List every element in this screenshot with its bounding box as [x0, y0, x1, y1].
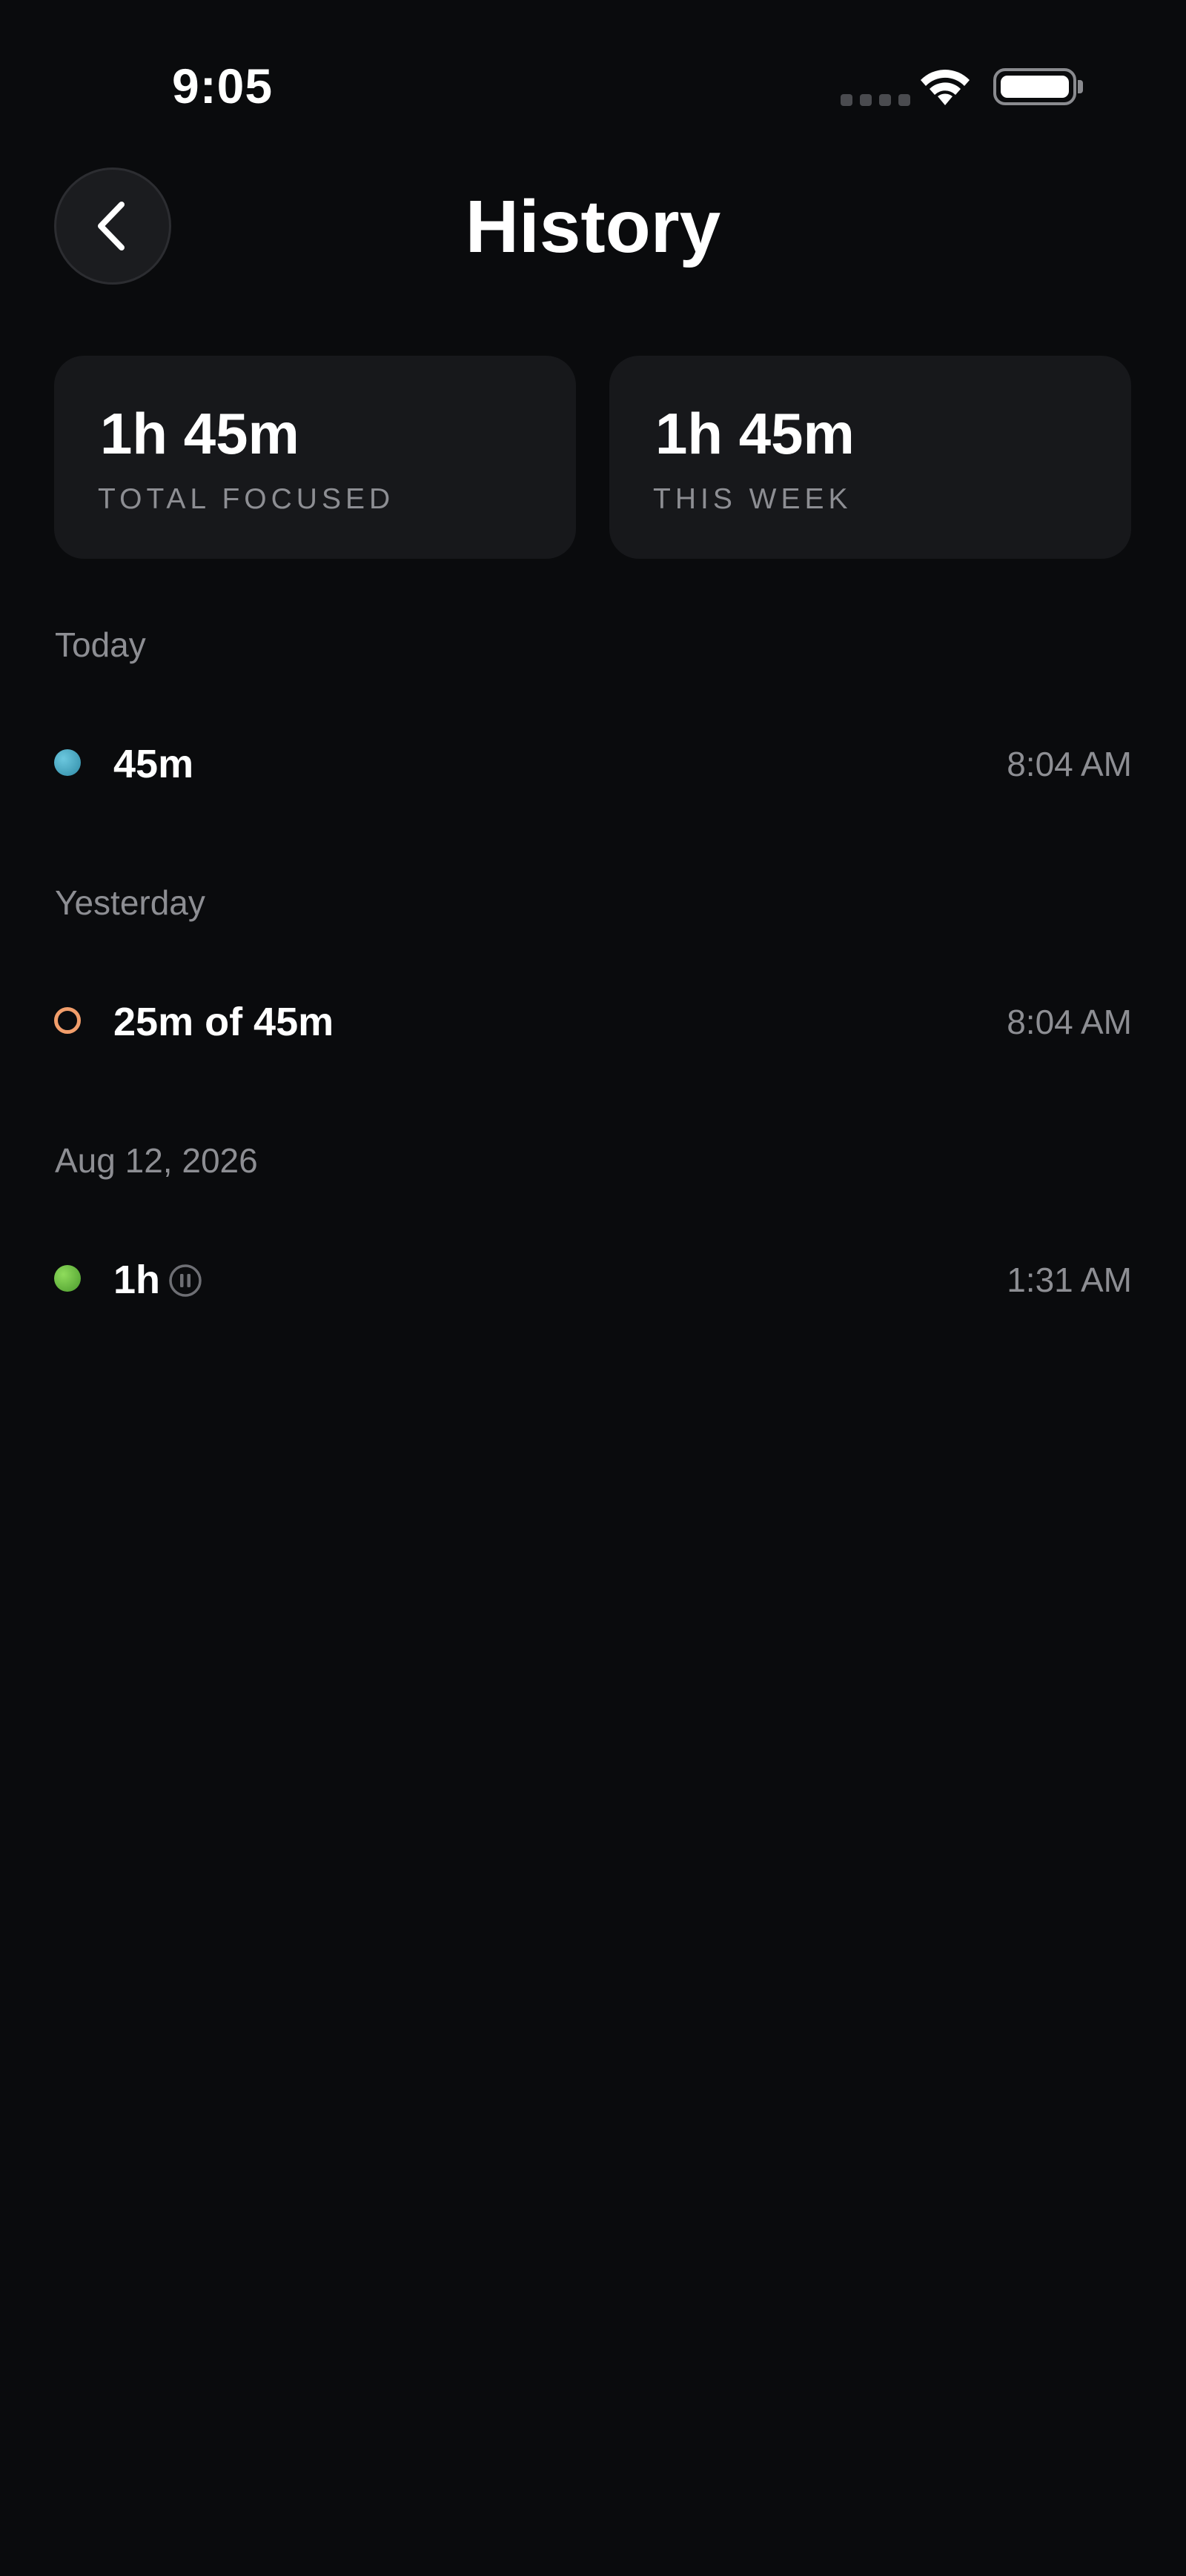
pause-circle-icon: [169, 1264, 202, 1297]
stat-card-this-week: 1h 45m THIS WEEK: [609, 356, 1131, 559]
session-row[interactable]: 1h 1:31 AM: [54, 1245, 1132, 1312]
wifi-icon: [921, 70, 970, 105]
session-row[interactable]: 25m of 45m 8:04 AM: [54, 987, 1132, 1054]
session-duration: 25m of 45m: [113, 1000, 334, 1044]
section-heading-yesterday: Yesterday: [55, 883, 205, 922]
status-time: 9:05: [172, 59, 274, 113]
stat-value: 1h 45m: [100, 401, 299, 466]
session-time: 8:04 AM: [1007, 745, 1132, 783]
section-heading-aug-12: Aug 12, 2026: [55, 1141, 258, 1180]
page-title: History: [465, 185, 721, 268]
section-heading-today: Today: [55, 625, 146, 664]
stat-label: TOTAL FOCUSED: [98, 483, 395, 515]
cellular-signal-icon: [841, 94, 910, 106]
battery-icon: [993, 68, 1076, 105]
session-duration: 45m: [113, 742, 194, 786]
status-bar: 9:05: [0, 0, 1186, 148]
status-dot-completed: [54, 1265, 81, 1292]
session-time: 8:04 AM: [1007, 1003, 1132, 1041]
stat-value: 1h 45m: [655, 401, 855, 466]
status-dot-completed: [54, 749, 81, 776]
session-row[interactable]: 45m 8:04 AM: [54, 729, 1132, 796]
battery-tip: [1078, 80, 1083, 93]
stat-label: THIS WEEK: [653, 483, 852, 515]
session-time: 1:31 AM: [1007, 1261, 1132, 1299]
status-ring-incomplete: [54, 1007, 81, 1034]
session-duration: 1h: [113, 1258, 161, 1302]
stat-card-total-focused: 1h 45m TOTAL FOCUSED: [54, 356, 576, 559]
